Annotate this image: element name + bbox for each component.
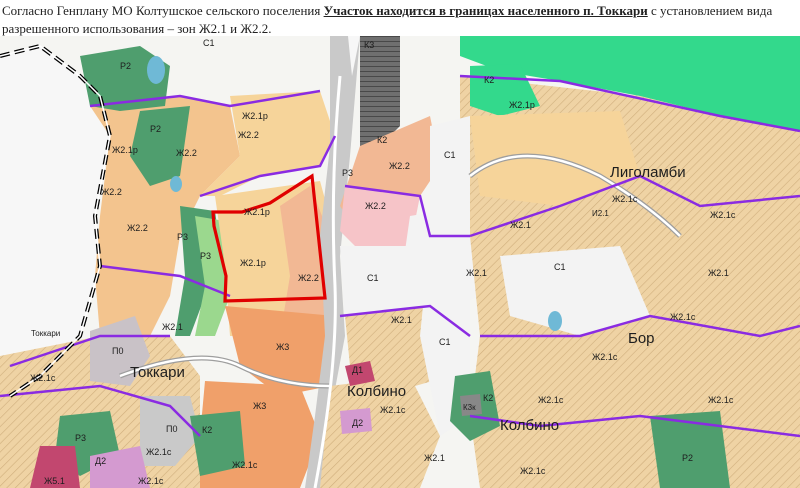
label-p3-c: Р3 (342, 168, 353, 178)
label-k2-a: К2 (377, 135, 387, 145)
label-zh21-d: Ж2.1 (391, 315, 412, 325)
settlement-kolbino-1: Колбино (347, 383, 406, 400)
label-d1: Д1 (352, 365, 363, 375)
label-c1-top: С1 (203, 38, 215, 48)
label-zh21p-d: Ж2.1р (240, 258, 266, 268)
label-zh21s-e: Ж2.1с (592, 352, 618, 362)
label-p3-a: Р3 (177, 232, 188, 242)
label-zh21p-e: Ж2.1р (509, 100, 535, 110)
label-k3: К3 (364, 40, 374, 50)
label-zh21s-l: Ж2.1с (232, 460, 258, 470)
settlement-tokkari: Токкари (130, 364, 185, 381)
lake-north (147, 56, 165, 84)
label-k3s: К3к (463, 403, 476, 412)
settlement-ligolambi: Лиголамби (610, 164, 686, 181)
label-zh22-a: Ж2.2 (238, 130, 259, 140)
pond-west (170, 176, 182, 192)
label-zh21-e: Ж2.1 (708, 268, 729, 278)
caption-highlight: Участок находится в границах населенного… (323, 3, 648, 18)
label-zh21s-g: Ж2.1с (538, 395, 564, 405)
label-zh21-f: Ж2.1 (424, 453, 445, 463)
label-zh21s-i: Ж2.1с (520, 466, 546, 476)
label-d2-b: Д2 (95, 456, 106, 466)
label-zh21s-a: Ж2.1с (30, 373, 56, 383)
label-c1-b: С1 (367, 273, 379, 283)
label-p2-c: Р2 (682, 453, 693, 463)
label-c1-c: С1 (439, 337, 451, 347)
label-zh22-b: Ж2.2 (176, 148, 197, 158)
label-zh21s-k: Ж2.1с (138, 476, 164, 486)
label-zh21s-f: Ж2.1с (708, 395, 734, 405)
label-c1-d: С1 (554, 262, 566, 272)
label-i2: И2.1 (592, 209, 609, 218)
label-k2-b: К2 (484, 75, 494, 85)
label-zh3-a: Ж3 (276, 342, 289, 352)
label-zh21p-a: Ж2.1р (242, 111, 268, 121)
label-c1-a: С1 (444, 150, 456, 160)
label-zh51: Ж5.1 (44, 476, 65, 486)
label-zh22-c: Ж2.2 (101, 187, 122, 197)
settlement-bor: Бор (628, 330, 655, 347)
label-p2-a: Р2 (120, 61, 131, 71)
caption: Согласно Генплану МО Колтушское сельског… (2, 2, 798, 38)
label-zh21-b: Ж2.1 (510, 220, 531, 230)
label-k2-d: К2 (202, 425, 212, 435)
label-p2-b: Р2 (150, 124, 161, 134)
label-p3-b: Р3 (200, 251, 211, 261)
label-zh22-e: Ж2.2 (389, 161, 410, 171)
label-zh21s-j: Ж2.1с (146, 447, 172, 457)
label-zh22-plot: Ж2.2 (298, 273, 319, 283)
label-p3-d: Р3 (75, 433, 86, 443)
label-p0-a: П0 (112, 346, 123, 356)
caption-text-1: Согласно Генплану МО Колтушское сельског… (2, 3, 324, 18)
label-k2-c: К2 (483, 393, 493, 403)
label-zh21p-c: Ж2.1р (244, 207, 270, 217)
label-zh21s-d: Ж2.1с (670, 312, 696, 322)
map-canvas[interactable]: С1 Р2 Р2 Ж2.1р Ж2.2 Ж2.1р Ж2.2 Ж2.2 Ж2.2… (0, 36, 800, 488)
label-zh21s-h: Ж2.1с (380, 405, 406, 415)
label-zh21-c: Ж2.1 (466, 268, 487, 278)
zone-k3[interactable] (360, 36, 400, 146)
label-p0-b: П0 (166, 424, 177, 434)
label-zh21p-b: Ж2.1р (112, 145, 138, 155)
label-zh22-d: Ж2.2 (127, 223, 148, 233)
zoning-map[interactable]: С1 Р2 Р2 Ж2.1р Ж2.2 Ж2.1р Ж2.2 Ж2.2 Ж2.2… (0, 36, 800, 488)
label-zh3-b: Ж3 (253, 401, 266, 411)
label-zh21s-b: Ж2.1с (612, 194, 638, 204)
label-zh21-a: Ж2.1 (162, 322, 183, 332)
label-zh21s-c: Ж2.1с (710, 210, 736, 220)
label-zh22-f: Ж2.2 (365, 201, 386, 211)
label-d2-a: Д2 (352, 418, 363, 428)
settlement-kolbino-2: Колбино (500, 417, 559, 434)
pond-bor (548, 311, 562, 331)
label-tokkari-small: Токкари (31, 329, 60, 338)
